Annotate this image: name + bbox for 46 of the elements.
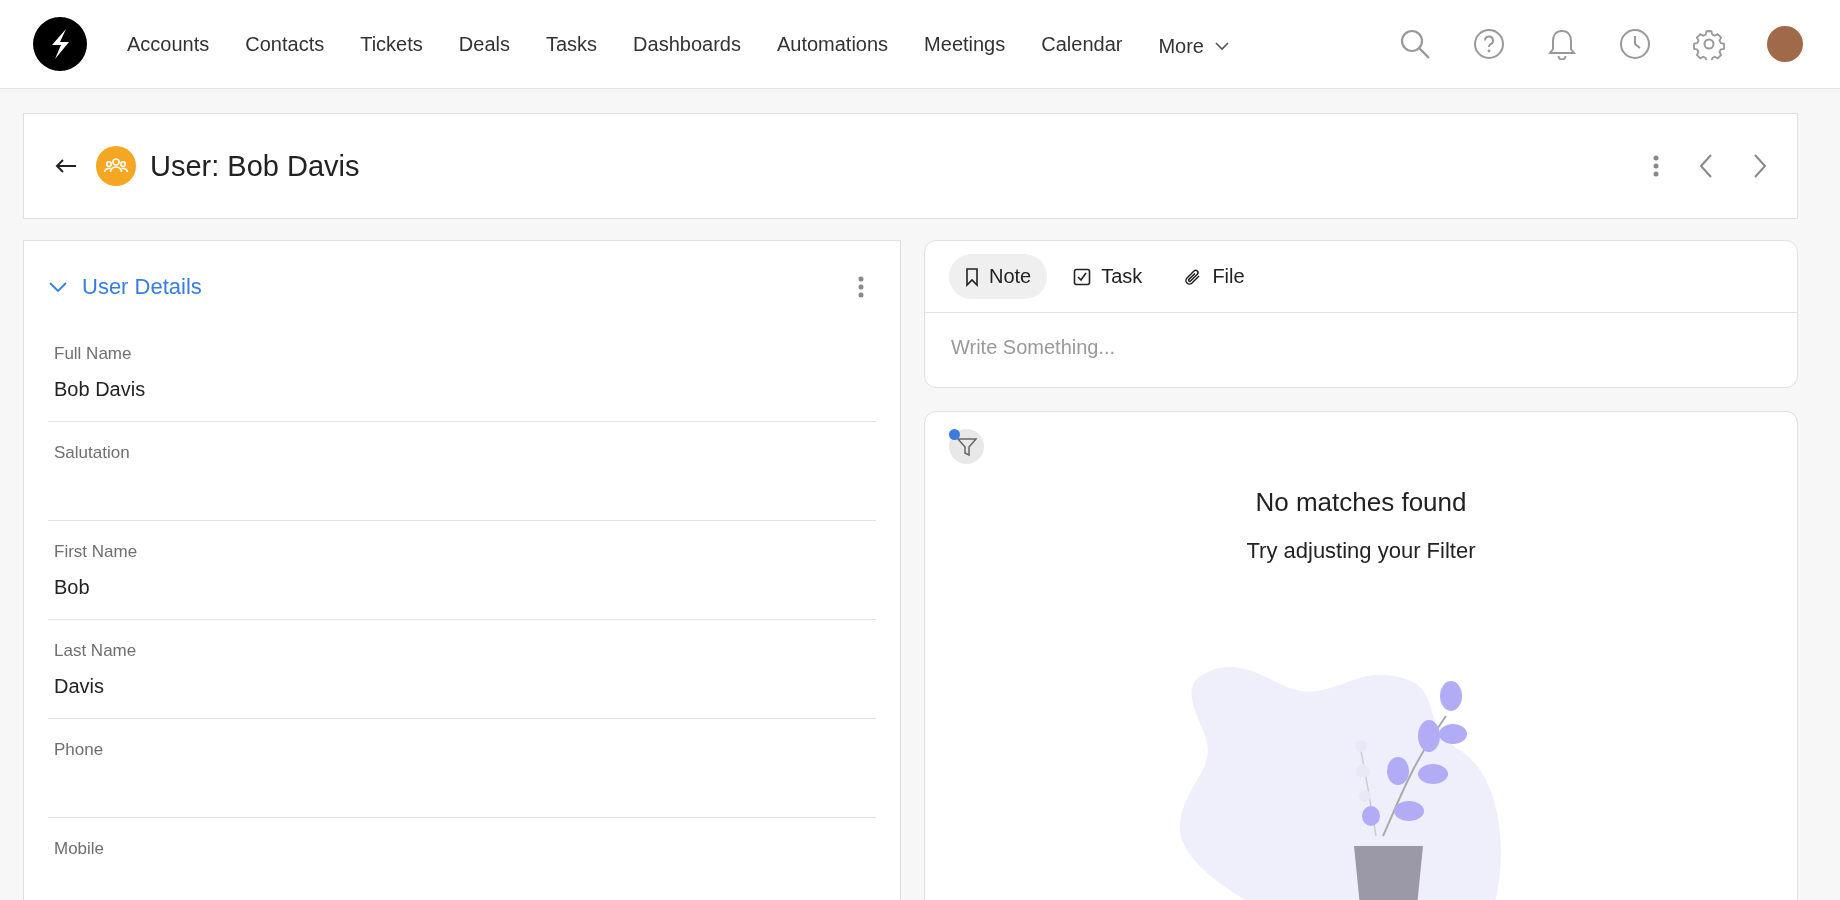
nav-link[interactable]: Meetings — [924, 32, 1006, 56]
more-options-icon[interactable] — [1653, 155, 1659, 177]
filter-button[interactable] — [949, 429, 984, 464]
field-value: Bob — [54, 576, 91, 599]
empty-state-hint: Try adjusting your Filter — [1246, 538, 1476, 564]
user-avatar[interactable] — [1767, 26, 1803, 62]
users-icon — [96, 146, 136, 186]
filter-icon — [955, 435, 978, 458]
field-label: Full Name — [54, 344, 133, 364]
checkbox-icon — [1073, 267, 1092, 286]
previous-icon[interactable] — [1699, 153, 1713, 179]
section-title[interactable]: User Details — [82, 274, 202, 300]
next-icon[interactable] — [1753, 153, 1767, 179]
nav-link[interactable]: Automations — [776, 32, 889, 56]
chevron-icon[interactable] — [48, 281, 68, 293]
logo-icon[interactable] — [33, 17, 87, 71]
composer-tab[interactable]: Task — [1057, 254, 1159, 299]
empty-state-title: No matches found — [1255, 487, 1467, 518]
help-icon[interactable] — [1473, 28, 1505, 60]
nav-link[interactable]: Contacts — [245, 32, 325, 56]
field-label: Last Name — [54, 641, 138, 661]
paperclip-icon — [1184, 267, 1203, 286]
field-value: Davis — [54, 675, 105, 698]
nav-link[interactable]: Tasks — [545, 32, 598, 56]
field-value: Bob Davis — [54, 378, 147, 401]
nav-link[interactable]: Accounts — [127, 32, 210, 56]
composer-tab[interactable]: Note — [949, 254, 1048, 299]
clock-icon[interactable] — [1619, 28, 1651, 60]
nav-link[interactable]: Calendar — [1041, 32, 1123, 56]
nav-link[interactable]: Tickets — [360, 32, 423, 56]
composer-tab[interactable]: File — [1168, 254, 1261, 299]
search-icon[interactable] — [1399, 28, 1431, 60]
chevron-down-icon — [1214, 41, 1230, 51]
more-options-icon[interactable] — [858, 276, 864, 298]
bell-icon[interactable] — [1547, 28, 1577, 60]
record-title: User: Bob Davis — [150, 149, 360, 183]
field-label: Salutation — [54, 443, 131, 463]
back-arrow-icon[interactable] — [54, 158, 78, 174]
field-label: Mobile — [54, 839, 106, 859]
more-menu[interactable]: More — [1158, 30, 1230, 58]
field-label: Phone — [54, 740, 105, 760]
nav-link[interactable]: Deals — [458, 32, 510, 56]
settings-icon[interactable] — [1693, 28, 1725, 60]
field-label: First Name — [54, 542, 139, 562]
bookmark-icon — [965, 266, 979, 287]
nav-link[interactable]: Dashboards — [633, 32, 741, 56]
